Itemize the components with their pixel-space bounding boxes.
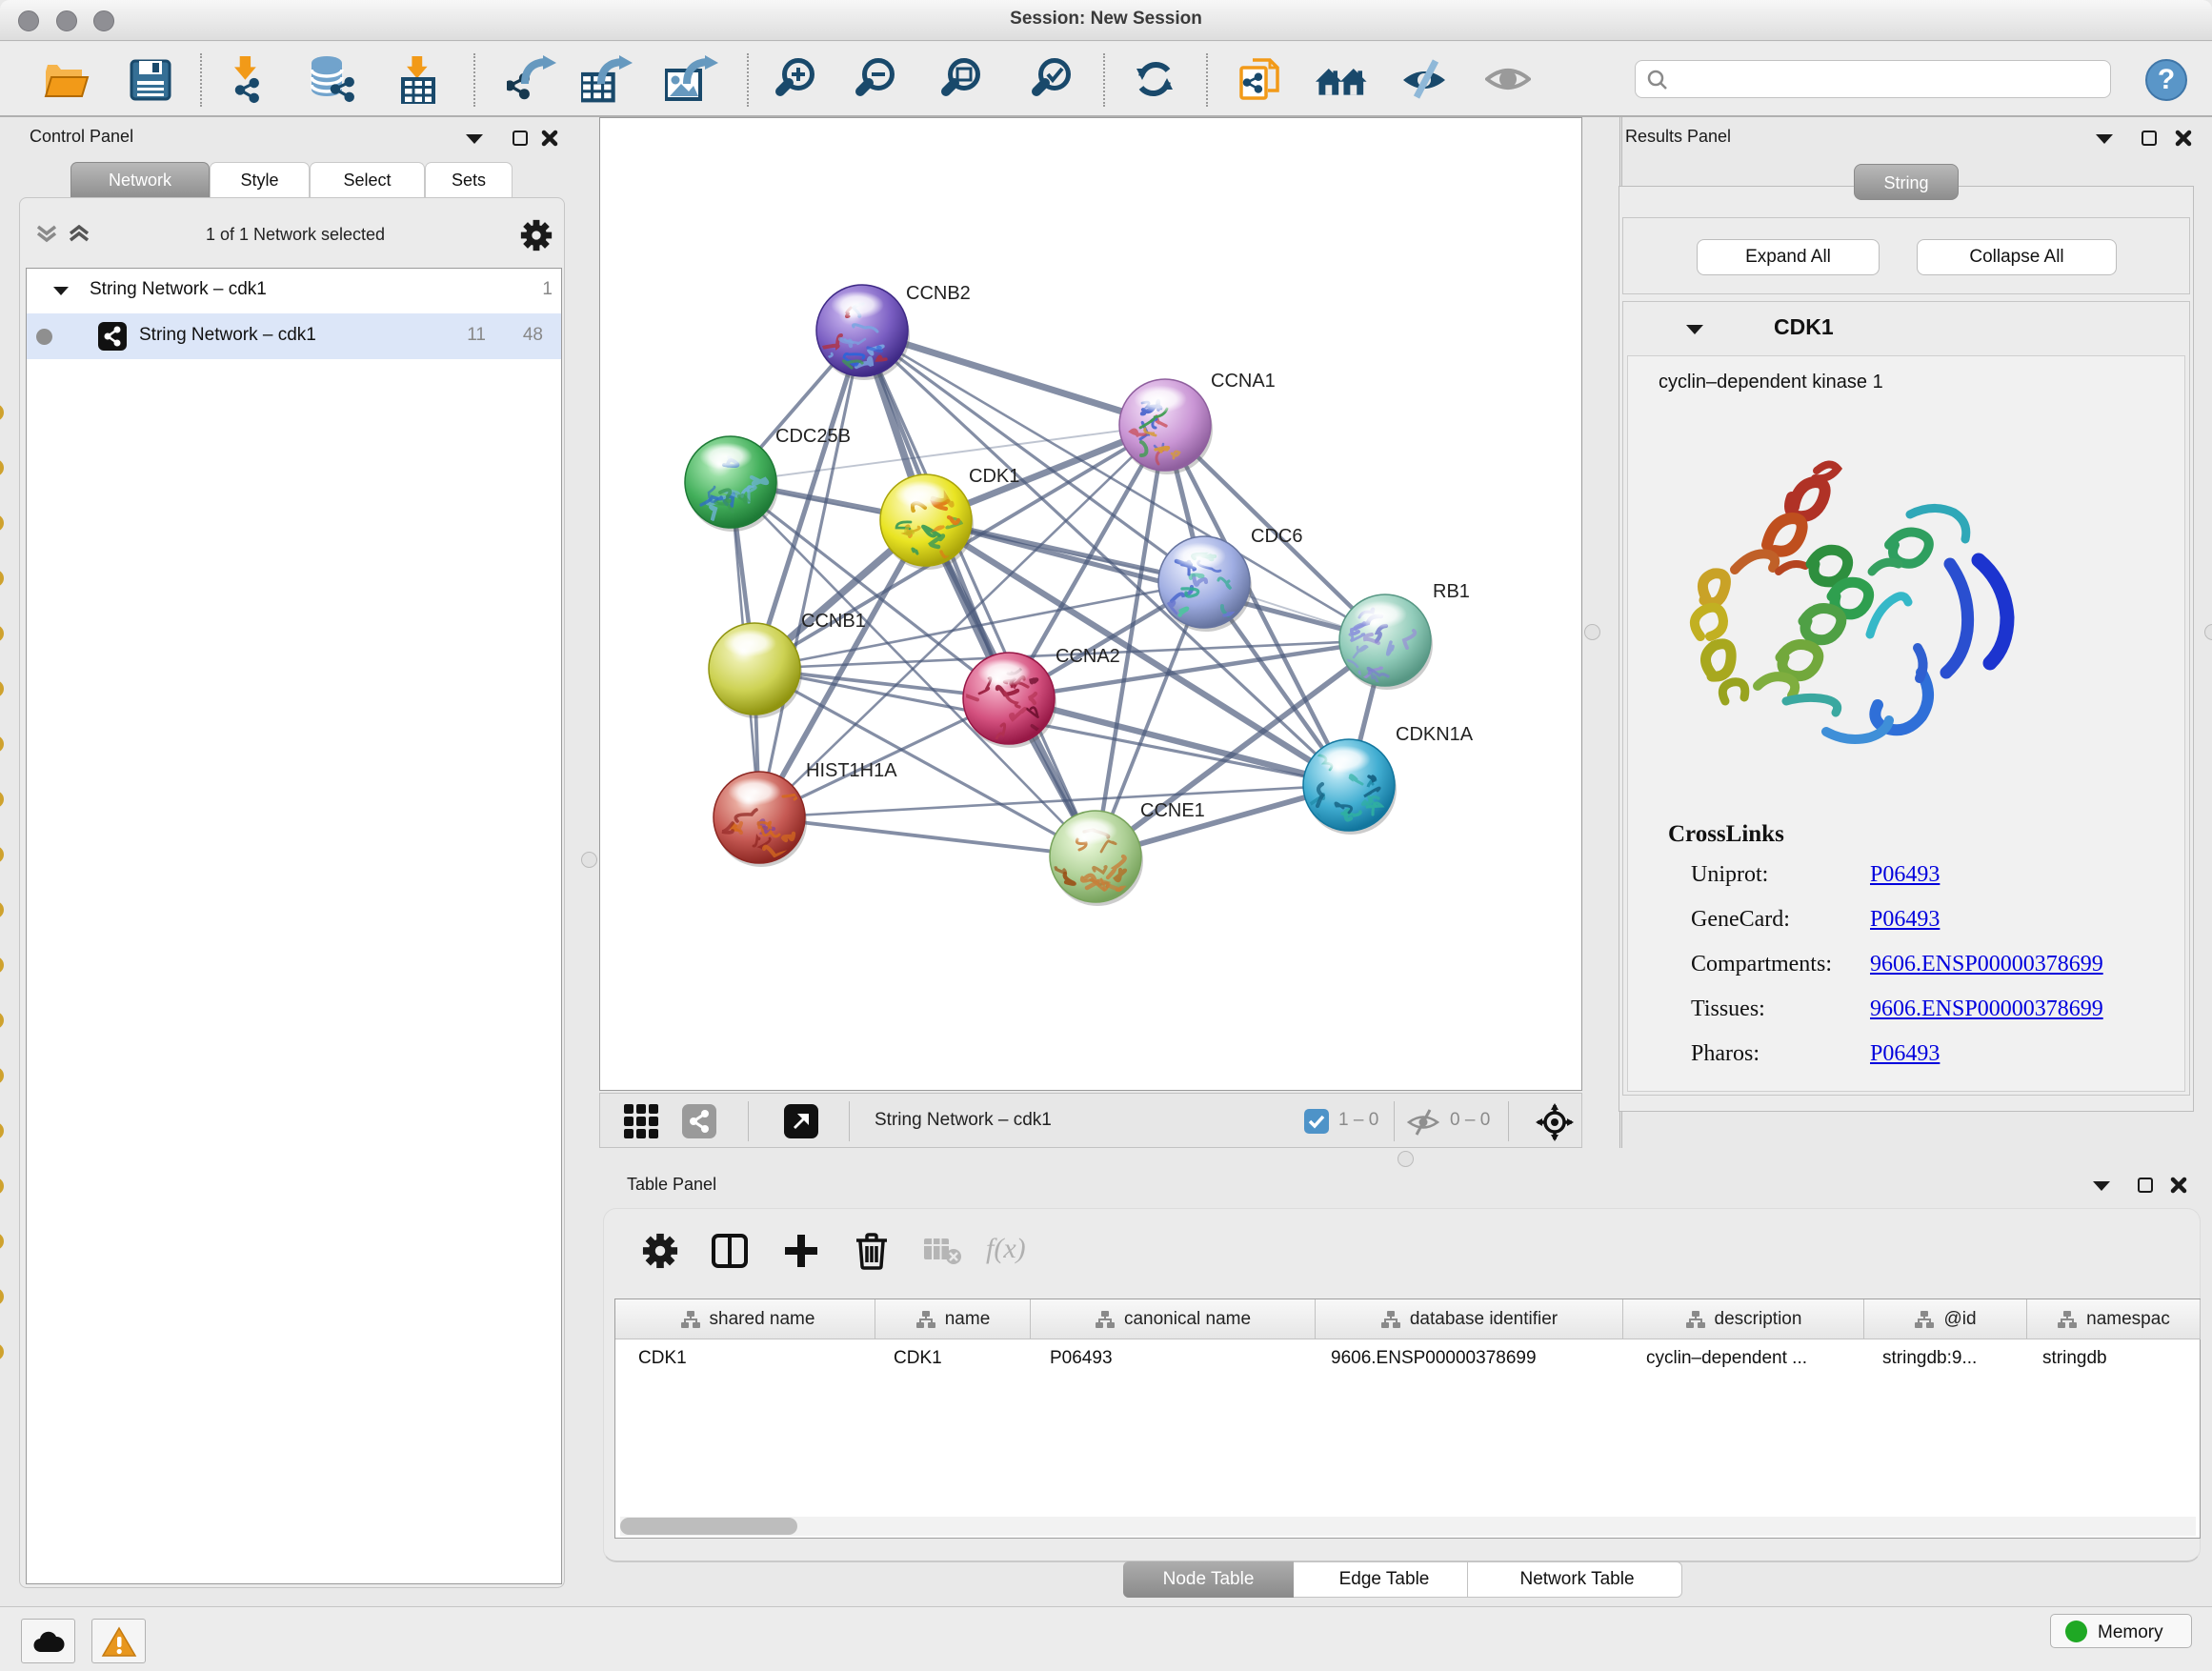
svg-text:CCNE1: CCNE1: [1140, 800, 1205, 821]
svg-text:CDC25B: CDC25B: [775, 426, 851, 447]
svg-text:CDC6: CDC6: [1251, 526, 1302, 547]
svg-text:CDKN1A: CDKN1A: [1396, 724, 1474, 745]
svg-text:RB1: RB1: [1433, 581, 1470, 602]
svg-text:CCNB1: CCNB1: [801, 611, 866, 632]
svg-text:HIST1H1A: HIST1H1A: [806, 760, 897, 781]
svg-text:CDK1: CDK1: [969, 466, 1019, 487]
svg-text:?: ?: [2158, 64, 2175, 95]
svg-text:CCNA1: CCNA1: [1211, 371, 1276, 392]
svg-text:CCNA2: CCNA2: [1056, 646, 1120, 667]
svg-text:CCNB2: CCNB2: [906, 283, 971, 304]
